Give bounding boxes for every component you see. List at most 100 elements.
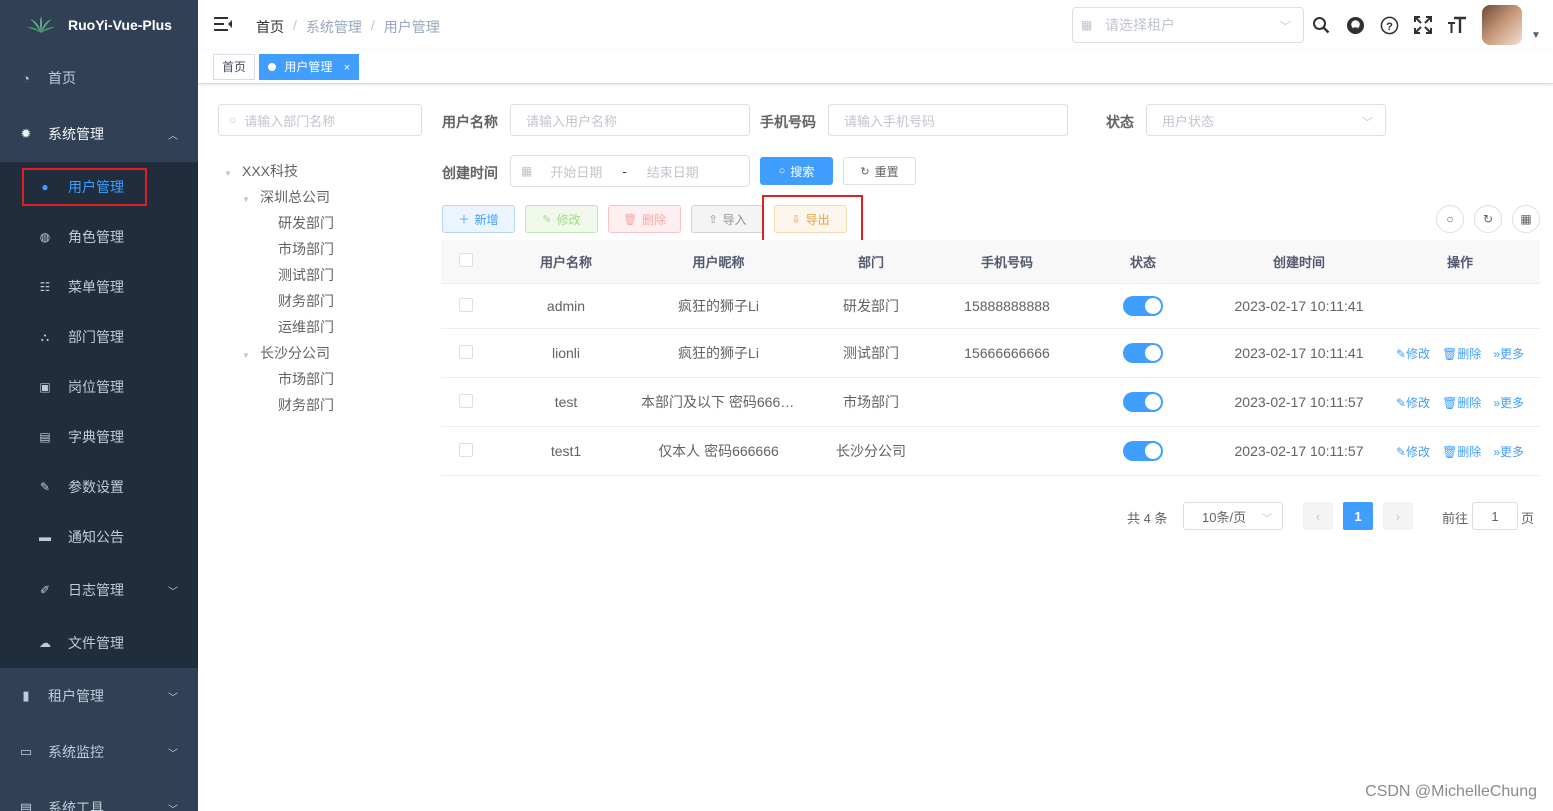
status-switch[interactable] — [1123, 441, 1163, 461]
sidebar-item-label: 通知公告 — [68, 529, 124, 545]
status-switch[interactable] — [1123, 343, 1163, 363]
refresh-button[interactable]: ↻ — [1474, 205, 1502, 233]
github-icon[interactable] — [1344, 14, 1366, 36]
columns-button[interactable]: ▦ — [1512, 205, 1540, 233]
status-select[interactable]: 用户状态 ﹀ — [1146, 104, 1386, 136]
close-icon[interactable]: × — [344, 62, 350, 74]
sidebar-item-config[interactable]: ✎ 参数设置 — [0, 462, 198, 512]
tree-node[interactable]: 市场部门 — [224, 236, 334, 262]
goto-page-input[interactable]: 1 — [1472, 502, 1518, 530]
logo[interactable]: RuoYi-Vue-Plus — [0, 0, 198, 50]
row-checkbox[interactable] — [459, 393, 473, 408]
select-all-checkbox[interactable] — [459, 253, 473, 267]
question-icon[interactable]: ? — [1378, 14, 1400, 36]
search-button[interactable]: ○ 搜索 — [760, 157, 833, 185]
sidebar-item-home[interactable]: ◔ 首页 — [0, 50, 198, 106]
row-delete-link[interactable]: 🗑删除 — [1442, 443, 1481, 460]
sidebar-item-post[interactable]: ▣ 岗位管理 — [0, 362, 198, 412]
cell-dept: 测试部门 — [843, 345, 899, 361]
tree-node[interactable]: 财务部门 — [224, 288, 334, 314]
font-size-icon[interactable] — [1446, 14, 1468, 36]
row-more-link[interactable]: »更多 — [1493, 443, 1524, 460]
caret-down-icon[interactable]: ▼ — [224, 161, 236, 187]
row-edit-link[interactable]: ✎修改 — [1396, 443, 1430, 460]
fullscreen-icon[interactable] — [1412, 14, 1434, 36]
row-edit-link[interactable]: ✎修改 — [1396, 394, 1430, 411]
pagination-total: 共 4 条 — [1127, 511, 1168, 526]
sidebar-item-tenant[interactable]: ▮ 租户管理 ﹀ — [0, 668, 198, 724]
navbar: 首页 / 系统管理 / 用户管理 ▦ 请选择租户 ﹀ ? ▼ — [198, 0, 1553, 50]
tree-node[interactable]: 市场部门 — [224, 366, 334, 392]
delete-button[interactable]: 🗑 删除 — [608, 205, 681, 233]
row-checkbox[interactable] — [459, 344, 473, 359]
caret-down-icon[interactable]: ▼ — [1531, 30, 1541, 41]
breadcrumb-item[interactable]: 首页 — [256, 17, 284, 37]
row-more-link[interactable]: »更多 — [1493, 394, 1524, 411]
tree-node[interactable]: 运维部门 — [224, 314, 334, 340]
sidebar-item-label: 首页 — [48, 70, 76, 86]
reset-button[interactable]: ↻ 重置 — [843, 157, 916, 185]
breadcrumb: 首页 / 系统管理 / 用户管理 — [256, 17, 440, 37]
tree-node[interactable]: ▼ 深圳总公司 — [224, 184, 334, 210]
row-more-link[interactable]: »更多 — [1493, 345, 1524, 362]
tree-node[interactable]: ▼ 长沙分公司 — [224, 340, 334, 366]
cell-nickname: 疯狂的狮子Li — [678, 345, 759, 361]
row-edit-link[interactable]: ✎修改 — [1396, 345, 1430, 362]
caret-down-icon[interactable]: ▼ — [242, 343, 254, 369]
sidebar-item-monitor[interactable]: ▭ 系统监控 ﹀ — [0, 724, 198, 780]
tree-node[interactable]: 研发部门 — [224, 210, 334, 236]
sidebar-item-label: 角色管理 — [68, 229, 124, 245]
row-checkbox[interactable] — [459, 297, 473, 312]
tree-table-icon: ☷ — [39, 280, 51, 294]
sidebar-item-dict[interactable]: ▤ 字典管理 — [0, 412, 198, 462]
row-checkbox[interactable] — [459, 442, 473, 457]
page-number-button[interactable]: 1 — [1343, 502, 1373, 530]
toggle-search-button[interactable]: ○ — [1436, 205, 1464, 233]
tree-node[interactable]: 测试部门 — [224, 262, 334, 288]
cell-created: 2023-02-17 10:11:57 — [1234, 443, 1364, 459]
start-date-input[interactable]: 开始日期 — [550, 162, 602, 181]
sidebar-item-notice[interactable]: ▬ 通知公告 — [0, 512, 198, 562]
upload-icon: ☁ — [39, 636, 51, 650]
breadcrumb-item: 用户管理 — [383, 19, 440, 35]
prev-page-button[interactable]: ‹ — [1303, 502, 1333, 530]
sidebar-item-system[interactable]: ✹ 系统管理 ︿ — [0, 106, 198, 162]
username-input[interactable]: 请输入用户名称 — [510, 104, 750, 136]
tag-home[interactable]: 首页 — [213, 54, 256, 80]
sidebar-item-dept[interactable]: ⛬ 部门管理 — [0, 312, 198, 362]
add-button[interactable]: ＋ 新增 — [442, 205, 515, 233]
row-delete-link[interactable]: 🗑删除 — [1442, 394, 1481, 411]
sidebar-item-log[interactable]: ✐ 日志管理 ﹀ — [0, 562, 198, 618]
sidebar-item-oss[interactable]: ☁ 文件管理 — [0, 618, 198, 668]
row-actions: ✎修改 🗑删除 »更多 — [1380, 345, 1540, 362]
hamburger-icon[interactable] — [214, 16, 232, 32]
phone-input[interactable]: 请输入手机号码 — [828, 104, 1068, 136]
avatar[interactable] — [1482, 5, 1522, 45]
tree-node[interactable]: 财务部门 — [224, 392, 334, 418]
sidebar-item-role[interactable]: ◍ 角色管理 — [0, 212, 198, 262]
tenant-placeholder: 请选择租户 — [1105, 17, 1175, 33]
sidebar-item-tool[interactable]: ▤ 系统工具 ﹀ — [0, 780, 198, 811]
dept-tree: ▼ XXX科技 ▼ 深圳总公司 研发部门 市场部门 测试部门 财务部门 运维部门 ▼… — [224, 158, 334, 418]
next-page-button[interactable]: › — [1383, 502, 1413, 530]
dept-search-input[interactable]: ○ 请输入部门名称 — [218, 104, 422, 136]
status-switch[interactable] — [1123, 296, 1163, 316]
sidebar-item-label: 部门管理 — [68, 329, 124, 345]
end-date-input[interactable]: 结束日期 — [647, 162, 699, 181]
edit-button[interactable]: ✎ 修改 — [525, 205, 598, 233]
monitor-icon: ▭ — [19, 744, 33, 759]
sidebar-item-menu[interactable]: ☷ 菜单管理 — [0, 262, 198, 312]
tenant-select[interactable]: ▦ 请选择租户 ﹀ — [1072, 7, 1304, 43]
logo-icon — [27, 16, 55, 33]
tag-user[interactable]: 用户管理 × — [259, 54, 360, 80]
caret-down-icon[interactable]: ▼ — [242, 187, 254, 213]
chevron-down-icon: ﹀ — [168, 804, 178, 811]
row-delete-link[interactable]: 🗑删除 — [1442, 345, 1481, 362]
date-range-picker[interactable]: ▦ 开始日期 - 结束日期 — [510, 155, 750, 187]
search-icon[interactable] — [1310, 14, 1332, 36]
page-size-select[interactable]: 10条/页 ﹀ — [1183, 502, 1283, 530]
status-switch[interactable] — [1123, 392, 1163, 412]
cell-phone: 15888888888 — [964, 298, 1050, 314]
tree-node[interactable]: ▼ XXX科技 — [224, 158, 334, 184]
import-button[interactable]: ⇧ 导入 — [691, 205, 764, 233]
